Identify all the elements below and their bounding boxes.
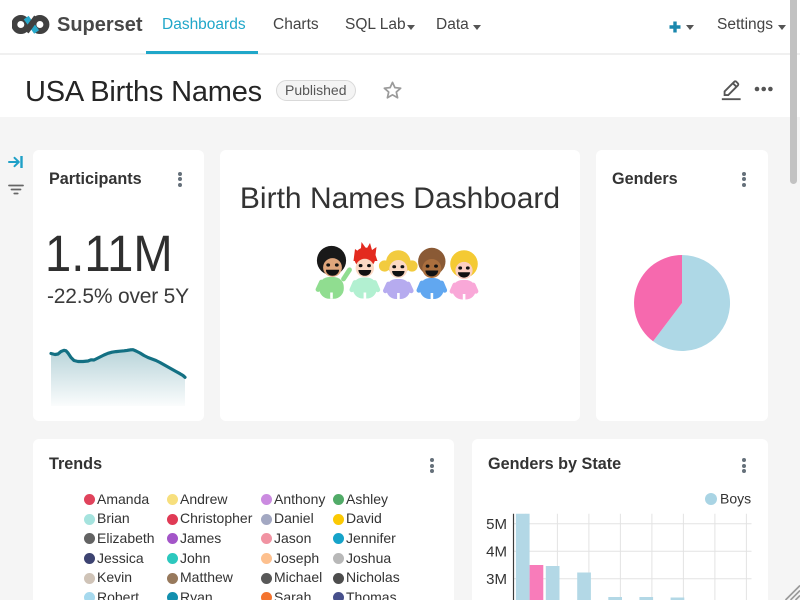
svg-text:4M: 4M [486,544,507,561]
svg-text:5M: 5M [486,516,507,533]
svg-text:3M: 3M [486,571,507,588]
svg-text:Boys: Boys [720,491,751,507]
